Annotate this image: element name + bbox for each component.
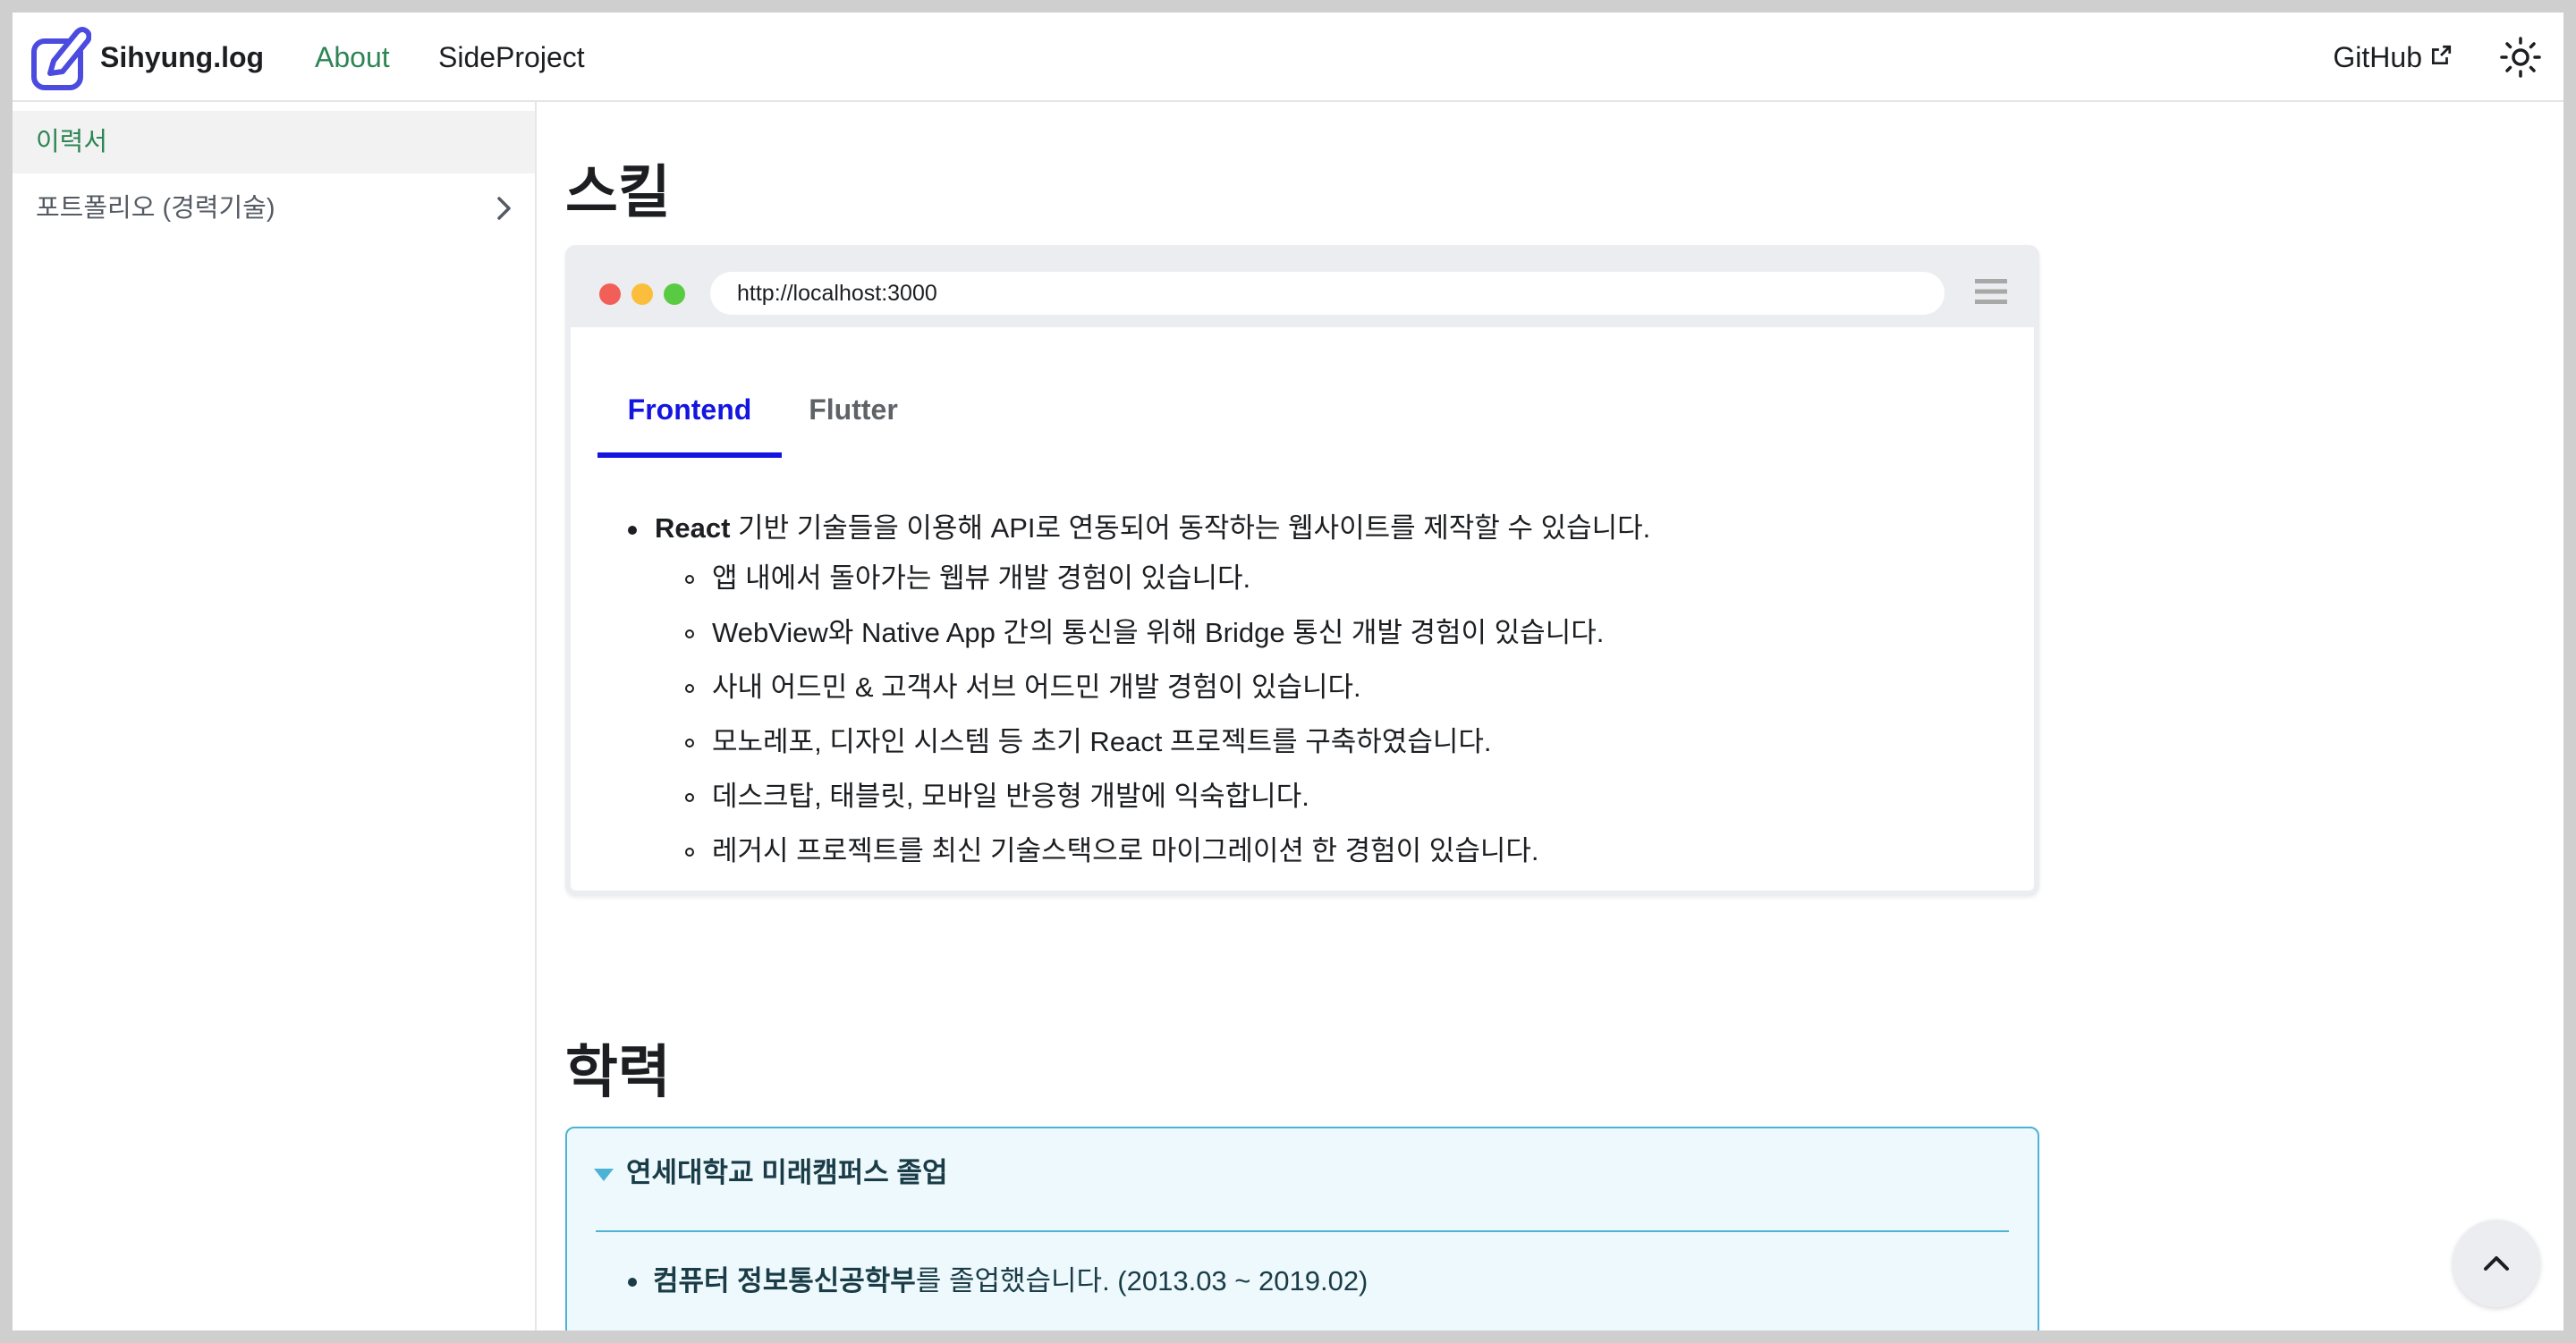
divider — [596, 1230, 2009, 1232]
brand-link[interactable]: Sihyung.log — [100, 13, 264, 102]
browser-window: http://localhost:3000 Frontend Flutter R… — [565, 245, 2039, 896]
sidebar-item-label: 포트폴리오 (경력기술) — [36, 194, 275, 223]
page-frame: Sihyung.log About SideProject GitHub 이력서… — [13, 13, 2563, 1330]
address-bar: http://localhost:3000 — [710, 272, 1945, 315]
sub-list-item: 모노레포, 디자인 시스템 등 초기 React 프로젝트를 구축하였습니다. — [628, 714, 1650, 769]
sub-list-item: WebView와 Native App 간의 통신을 위해 Bridge 통신 … — [628, 605, 1650, 660]
sidebar-item-portfolio[interactable]: 포트폴리오 (경력기술) — [13, 177, 535, 240]
browser-header: http://localhost:3000 — [571, 250, 2034, 327]
nav-github-link[interactable]: GitHub — [2333, 13, 2453, 102]
sidebar-item-label: 이력서 — [36, 128, 108, 156]
tab-content: React 기반 기술들을 이용해 API로 연동되어 동작하는 웹사이트를 제… — [628, 506, 1650, 878]
details-summary[interactable]: 연세대학교 미래캠퍼스 졸업 — [594, 1155, 947, 1191]
list-item: React 기반 기술들을 이용해 API로 연동되어 동작하는 웹사이트를 제… — [628, 506, 1650, 551]
hamburger-menu-icon — [1975, 279, 2007, 304]
tab-frontend[interactable]: Frontend — [597, 370, 782, 458]
skill-heading: 스킬 — [565, 160, 671, 224]
bold-text: React — [655, 512, 731, 544]
nav-about-link[interactable]: About — [315, 13, 390, 102]
chevron-right-icon[interactable] — [490, 195, 517, 222]
close-dot-icon — [599, 283, 621, 305]
theme-toggle-sun-icon[interactable] — [2499, 36, 2542, 79]
scroll-to-top-button[interactable] — [2453, 1220, 2540, 1307]
tab-flutter[interactable]: Flutter — [782, 370, 925, 458]
sidebar: 이력서 포트폴리오 (경력기술) — [13, 102, 537, 1330]
list-item-text: 기반 기술들을 이용해 API로 연동되어 동작하는 웹사이트를 제작할 수 있… — [730, 512, 1651, 544]
summary-label: 연세대학교 미래캠퍼스 졸업 — [626, 1157, 948, 1188]
sidebar-item-resume[interactable]: 이력서 — [13, 111, 535, 173]
education-details: 연세대학교 미래캠퍼스 졸업 컴퓨터 정보통신공학부를 졸업했습니다. (201… — [565, 1127, 2039, 1330]
navbar: Sihyung.log About SideProject GitHub — [13, 13, 2563, 102]
logo-icon[interactable] — [29, 18, 91, 97]
triangle-down-icon — [594, 1168, 614, 1181]
bold-text: 컴퓨터 정보통신공학부 — [653, 1265, 916, 1297]
sub-list-item: 사내 어드민 & 고객사 서브 어드민 개발 경험이 있습니다. — [628, 660, 1650, 714]
nav-sideproject-link[interactable]: SideProject — [438, 13, 585, 102]
education-heading: 학력 — [565, 1040, 671, 1104]
list-item: 컴퓨터 정보통신공학부를 졸업했습니다. (2013.03 ~ 2019.02) — [628, 1263, 1368, 1300]
list-item-text: 를 졸업했습니다. (2013.03 ~ 2019.02) — [915, 1265, 1368, 1297]
external-link-icon — [2431, 45, 2452, 64]
github-label: GitHub — [2333, 41, 2422, 73]
sub-list-item: 레거시 프로젝트를 최신 기술스택으로 마이그레이션 한 경험이 있습니다. — [628, 824, 1650, 878]
sub-list-item: 앱 내에서 돌아가는 웹뷰 개발 경험이 있습니다. — [628, 551, 1650, 605]
chevron-up-icon — [2484, 1256, 2509, 1271]
sub-list-item: 데스크탑, 태블릿, 모바일 반응형 개발에 익숙합니다. — [628, 769, 1650, 824]
minimize-dot-icon — [631, 283, 653, 305]
maximize-dot-icon — [664, 283, 685, 305]
